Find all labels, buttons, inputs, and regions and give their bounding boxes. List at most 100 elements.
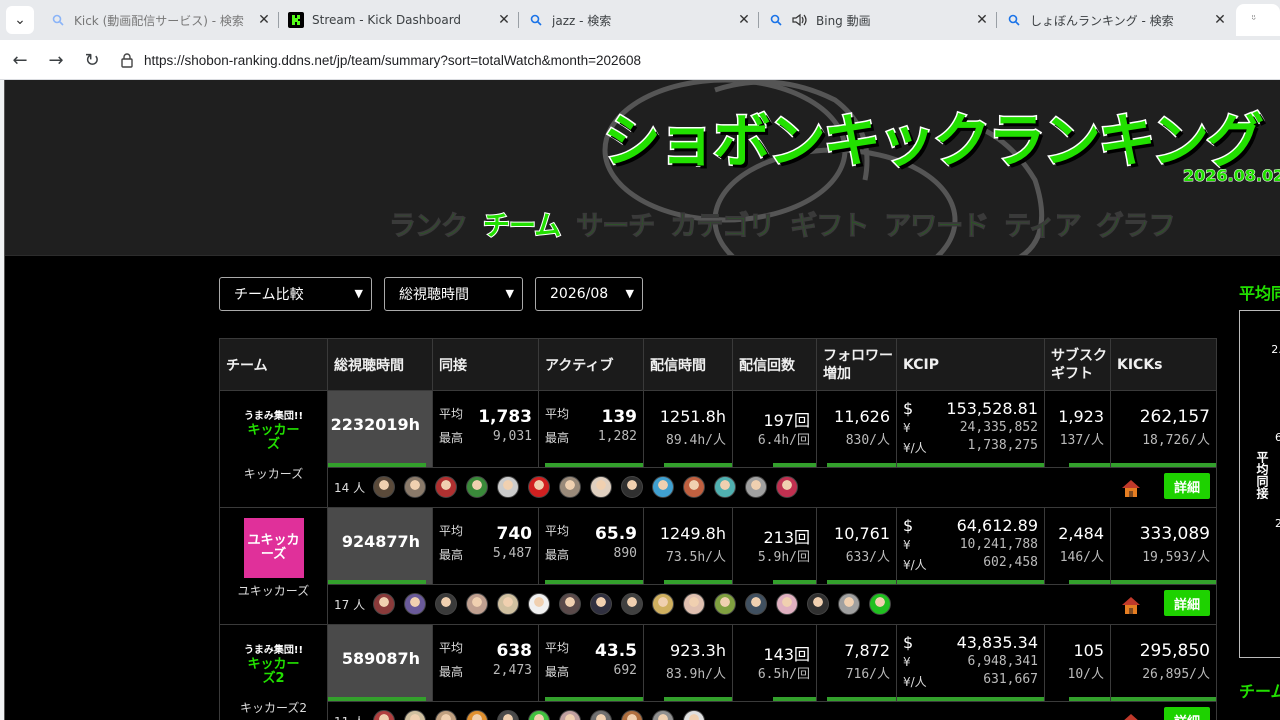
- nav-tier[interactable]: ティア: [1004, 204, 1082, 243]
- follower-value: 10,761: [834, 524, 890, 543]
- close-icon[interactable]: ✕: [496, 12, 512, 28]
- member-avatar[interactable]: [652, 476, 675, 498]
- member-avatar[interactable]: [621, 476, 644, 498]
- member-avatar[interactable]: [590, 710, 613, 720]
- col-sub[interactable]: サブスク ギフト: [1044, 338, 1111, 391]
- detail-button[interactable]: 詳細: [1164, 473, 1210, 499]
- member-avatar[interactable]: [559, 476, 582, 498]
- member-avatar[interactable]: [373, 710, 396, 720]
- lock-icon[interactable]: [120, 52, 136, 68]
- nav-search[interactable]: サーチ: [576, 204, 656, 243]
- tab-jazz-search[interactable]: jazz - 検索 ✕: [518, 4, 759, 36]
- team-logo[interactable]: うまみ集団!! キッカーズ: [243, 401, 304, 461]
- col-stream-time[interactable]: 配信時間: [643, 338, 733, 391]
- sub-value: 1,923: [1058, 407, 1104, 426]
- team-cell[interactable]: ユキッカーズ ユキッカーズ: [219, 507, 328, 625]
- member-avatar[interactable]: [621, 593, 644, 615]
- member-avatar[interactable]: [683, 476, 706, 498]
- member-avatar[interactable]: [466, 593, 489, 615]
- close-icon[interactable]: ✕: [1212, 12, 1228, 28]
- member-avatar[interactable]: [714, 593, 737, 615]
- tab-kick-search[interactable]: Kick (動画配信サービス) - 検索 ✕: [40, 4, 279, 36]
- month-select[interactable]: 2026/08 ▼: [535, 277, 643, 311]
- col-follower[interactable]: フォロワー 増加: [816, 338, 897, 391]
- site-logo[interactable]: ショボンキックランキング: [601, 94, 1265, 178]
- member-avatar[interactable]: [497, 476, 520, 498]
- member-avatar[interactable]: [838, 593, 861, 615]
- member-avatar[interactable]: [497, 710, 520, 720]
- mode-select[interactable]: チーム比較 ▼: [219, 277, 372, 311]
- member-avatar[interactable]: [745, 593, 768, 615]
- col-active[interactable]: アクティブ: [538, 338, 644, 391]
- team-logo[interactable]: ユキッカーズ: [243, 518, 304, 578]
- member-avatar[interactable]: [466, 710, 489, 720]
- mode-select-value: チーム比較: [234, 287, 304, 303]
- home-icon[interactable]: [1120, 711, 1142, 720]
- team-cell[interactable]: うまみ集団!! キッカーズ キッカーズ: [219, 390, 328, 508]
- speaker-icon[interactable]: [792, 12, 808, 28]
- tab-search-menu-button[interactable]: ⌄: [6, 6, 34, 34]
- member-avatar[interactable]: [497, 593, 520, 615]
- member-avatar[interactable]: [683, 710, 706, 720]
- member-avatar[interactable]: [590, 476, 613, 498]
- home-icon[interactable]: [1120, 477, 1142, 499]
- kcip-yen-label: ¥: [903, 538, 911, 552]
- member-avatar[interactable]: [776, 593, 799, 615]
- nav-category[interactable]: カテゴリ: [670, 204, 776, 243]
- col-stream-count[interactable]: 配信回数: [732, 338, 817, 391]
- member-avatar[interactable]: [435, 476, 458, 498]
- member-avatar[interactable]: [466, 476, 489, 498]
- close-icon[interactable]: ✕: [974, 12, 990, 28]
- member-avatar[interactable]: [435, 593, 458, 615]
- sort-select[interactable]: 総視聴時間 ▼: [384, 277, 523, 311]
- team-logo[interactable]: うまみ集団!! キッカーズ2: [243, 635, 304, 695]
- reload-button[interactable]: ↻: [80, 48, 104, 72]
- col-concurrent[interactable]: 同接: [432, 338, 539, 391]
- member-avatar[interactable]: [559, 593, 582, 615]
- member-avatar[interactable]: [621, 710, 644, 720]
- col-total-watch[interactable]: 総視聴時間: [327, 338, 433, 391]
- col-team[interactable]: チーム: [219, 338, 328, 391]
- detail-button[interactable]: 詳細: [1164, 590, 1210, 616]
- search-icon: [1006, 12, 1022, 28]
- member-avatar[interactable]: [559, 710, 582, 720]
- member-avatar[interactable]: [404, 476, 427, 498]
- col-kcip[interactable]: KCIP: [896, 338, 1045, 391]
- tab-kick-dashboard[interactable]: Stream - Kick Dashboard ✕: [278, 4, 519, 36]
- home-icon[interactable]: [1120, 594, 1142, 616]
- member-avatar[interactable]: [652, 710, 675, 720]
- member-avatar[interactable]: [435, 710, 458, 720]
- member-avatar[interactable]: [404, 593, 427, 615]
- tab-shobon-search[interactable]: しょぼんランキング - 検索 ✕: [996, 4, 1234, 36]
- close-icon[interactable]: ✕: [256, 12, 272, 28]
- nav-award[interactable]: アワード: [884, 204, 990, 243]
- member-avatar[interactable]: [528, 476, 551, 498]
- member-avatar[interactable]: [528, 710, 551, 720]
- url-field[interactable]: https://shobon-ranking.ddns.net/jp/team/…: [112, 45, 1280, 75]
- forward-button[interactable]: →: [44, 48, 68, 72]
- nav-team[interactable]: チーム: [482, 204, 562, 243]
- back-button[interactable]: ←: [8, 48, 32, 72]
- member-avatar[interactable]: [373, 593, 396, 615]
- member-avatar[interactable]: [776, 476, 799, 498]
- member-avatar[interactable]: [404, 710, 427, 720]
- member-avatar[interactable]: [373, 476, 396, 498]
- team-cell[interactable]: うまみ集団!! キッカーズ2 キッカーズ2: [219, 624, 328, 720]
- member-avatar[interactable]: [683, 593, 706, 615]
- nav-graph[interactable]: グラフ: [1096, 204, 1176, 243]
- close-icon[interactable]: ✕: [736, 12, 752, 28]
- tab-bing-video[interactable]: Bing 動画 ✕: [758, 4, 997, 36]
- nav-gift[interactable]: ギフト: [790, 204, 870, 243]
- kicks-cell: 262,157 18,726/人: [1110, 390, 1217, 468]
- member-avatar[interactable]: [714, 476, 737, 498]
- member-avatar[interactable]: [528, 593, 551, 615]
- member-avatar[interactable]: [590, 593, 613, 615]
- nav-rank[interactable]: ランク: [389, 204, 469, 243]
- col-kicks[interactable]: KICKs: [1110, 338, 1217, 391]
- member-avatar[interactable]: [807, 593, 830, 615]
- tab-shobon-ranking[interactable]: ᵕ̈: [1236, 4, 1280, 36]
- member-avatar[interactable]: [869, 593, 892, 615]
- detail-button[interactable]: 詳細: [1164, 707, 1210, 720]
- member-avatar[interactable]: [652, 593, 675, 615]
- member-avatar[interactable]: [745, 476, 768, 498]
